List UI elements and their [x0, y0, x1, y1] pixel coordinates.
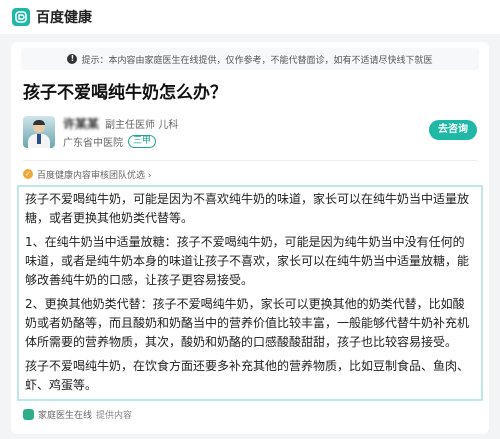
content-source[interactable]: 家庭医生在线 提供内容 — [23, 407, 477, 421]
doctor-name[interactable]: 许某某 — [63, 115, 99, 132]
doctor-details: 许某某 副主任医师 儿科 广东省中医院 三甲 — [63, 115, 178, 149]
source-name: 家庭医生在线 — [38, 410, 93, 421]
consult-button[interactable]: 去咨询 — [429, 120, 477, 140]
review-badge[interactable]: ✓ 百度健康内容审核团队优选 › — [23, 167, 477, 181]
brand-name[interactable]: 百度健康 — [36, 7, 92, 27]
disclaimer-text: 提示：本内容由家庭医生在线提供，仅作参考，不能代替面诊，如有不适请尽快线下就医 — [81, 55, 433, 66]
review-shield-icon: ✓ — [23, 169, 33, 179]
baidu-health-logo-icon[interactable] — [12, 8, 30, 26]
article-title: 孩子不爱喝纯牛奶怎么办？ — [23, 83, 227, 103]
top-bar: 百度健康 — [0, 0, 500, 34]
doctor-title: 副主任医师 儿科 — [105, 120, 179, 131]
article-card: ! 提示：本内容由家庭医生在线提供，仅作参考，不能代替面诊，如有不适请尽快线下就… — [11, 42, 489, 434]
content-paragraph: 孩子不爱喝纯牛奶，在饮食方面还要多补充其他的营养物质，比如豆制食品、鱼肉、虾、鸡… — [25, 359, 470, 392]
article-content: 孩子不爱喝纯牛奶，可能是因为不喜欢纯牛奶的味道，家长可以在纯牛奶当中适量放糖，或… — [17, 185, 483, 401]
content-paragraph: 孩子不爱喝纯牛奶，可能是因为不喜欢纯牛奶的味道，家长可以在纯牛奶当中适量放糖，或… — [25, 192, 470, 225]
disclaimer-tip: ! 提示：本内容由家庭医生在线提供，仅作参考，不能代替面诊，如有不适请尽快线下就… — [21, 48, 479, 70]
content-paragraph: 2、更换其他奶类代替：孩子不爱喝纯牛奶，家长可以更换其他的奶类代替，比如酸奶或者… — [25, 297, 470, 349]
info-icon: ! — [67, 54, 78, 64]
divider — [23, 160, 477, 161]
doctor-avatar[interactable] — [23, 116, 55, 148]
review-text: 百度健康内容审核团队优选 › — [37, 170, 152, 181]
content-paragraph: 1、在纯牛奶当中适量放糖：孩子不爱喝纯牛奶，可能是因为纯牛奶当中没有任何的味道，… — [25, 235, 470, 287]
doctor-hospital: 广东省中医院 — [63, 138, 123, 149]
source-logo-icon — [23, 408, 34, 420]
source-provider-label: 提供内容 — [96, 410, 133, 421]
doctor-info: 许某某 副主任医师 儿科 广东省中医院 三甲 去咨询 — [23, 114, 477, 150]
hospital-level-badge: 三甲 — [128, 135, 157, 148]
